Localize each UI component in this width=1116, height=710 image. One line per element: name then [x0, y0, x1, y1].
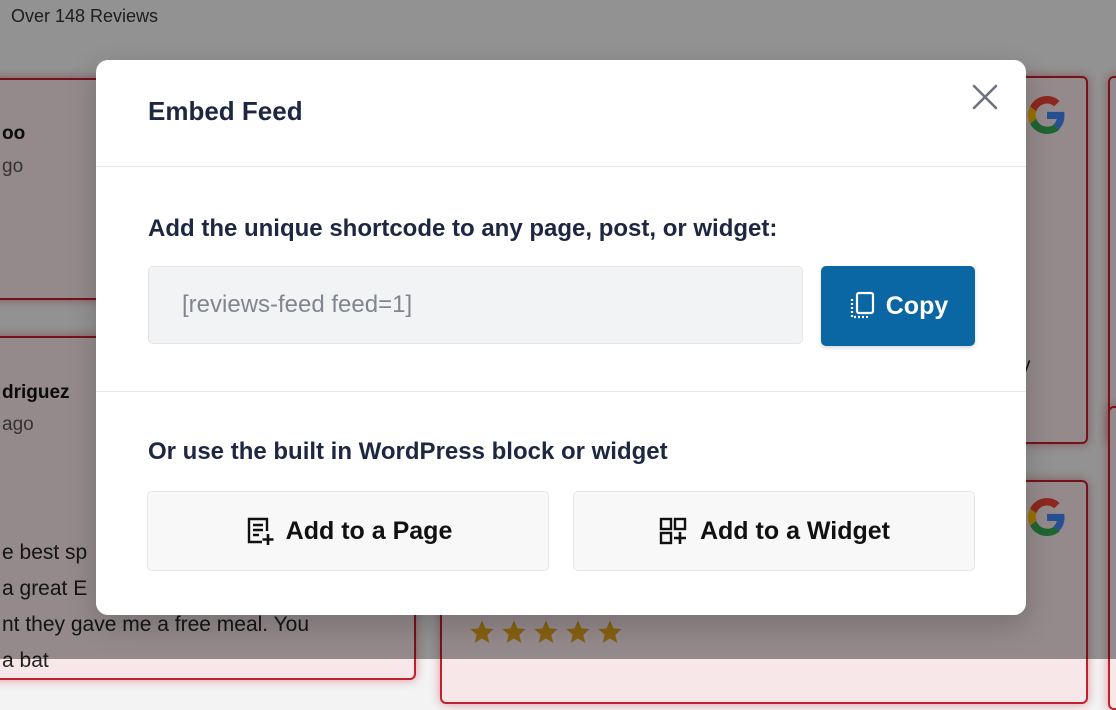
shortcode-input[interactable] [148, 266, 803, 344]
modal-title: Embed Feed [148, 96, 303, 126]
copy-icon [850, 291, 874, 319]
shortcode-label: Add the unique shortcode to any page, po… [148, 215, 778, 242]
close-button[interactable] [970, 82, 1000, 112]
modal-header: Embed Feed [96, 60, 1026, 167]
add-to-widget-button[interactable]: Add to a Widget [573, 491, 975, 571]
widget-add-icon [659, 517, 687, 545]
add-to-widget-label: Add to a Widget [699, 516, 891, 545]
shortcode-section: Add the unique shortcode to any page, po… [96, 167, 1026, 392]
close-icon [972, 84, 998, 110]
add-to-page-label: Add to a Page [285, 516, 453, 545]
block-section: Or use the built in WordPress block or w… [96, 392, 1026, 614]
block-label: Or use the built in WordPress block or w… [148, 438, 668, 465]
copy-label: Copy [885, 291, 949, 320]
page-add-icon [247, 517, 274, 545]
add-to-page-button[interactable]: Add to a Page [147, 491, 549, 571]
embed-feed-modal: Embed Feed Add the unique shortcode to a… [96, 60, 1026, 615]
copy-button[interactable]: Copy [821, 266, 975, 346]
